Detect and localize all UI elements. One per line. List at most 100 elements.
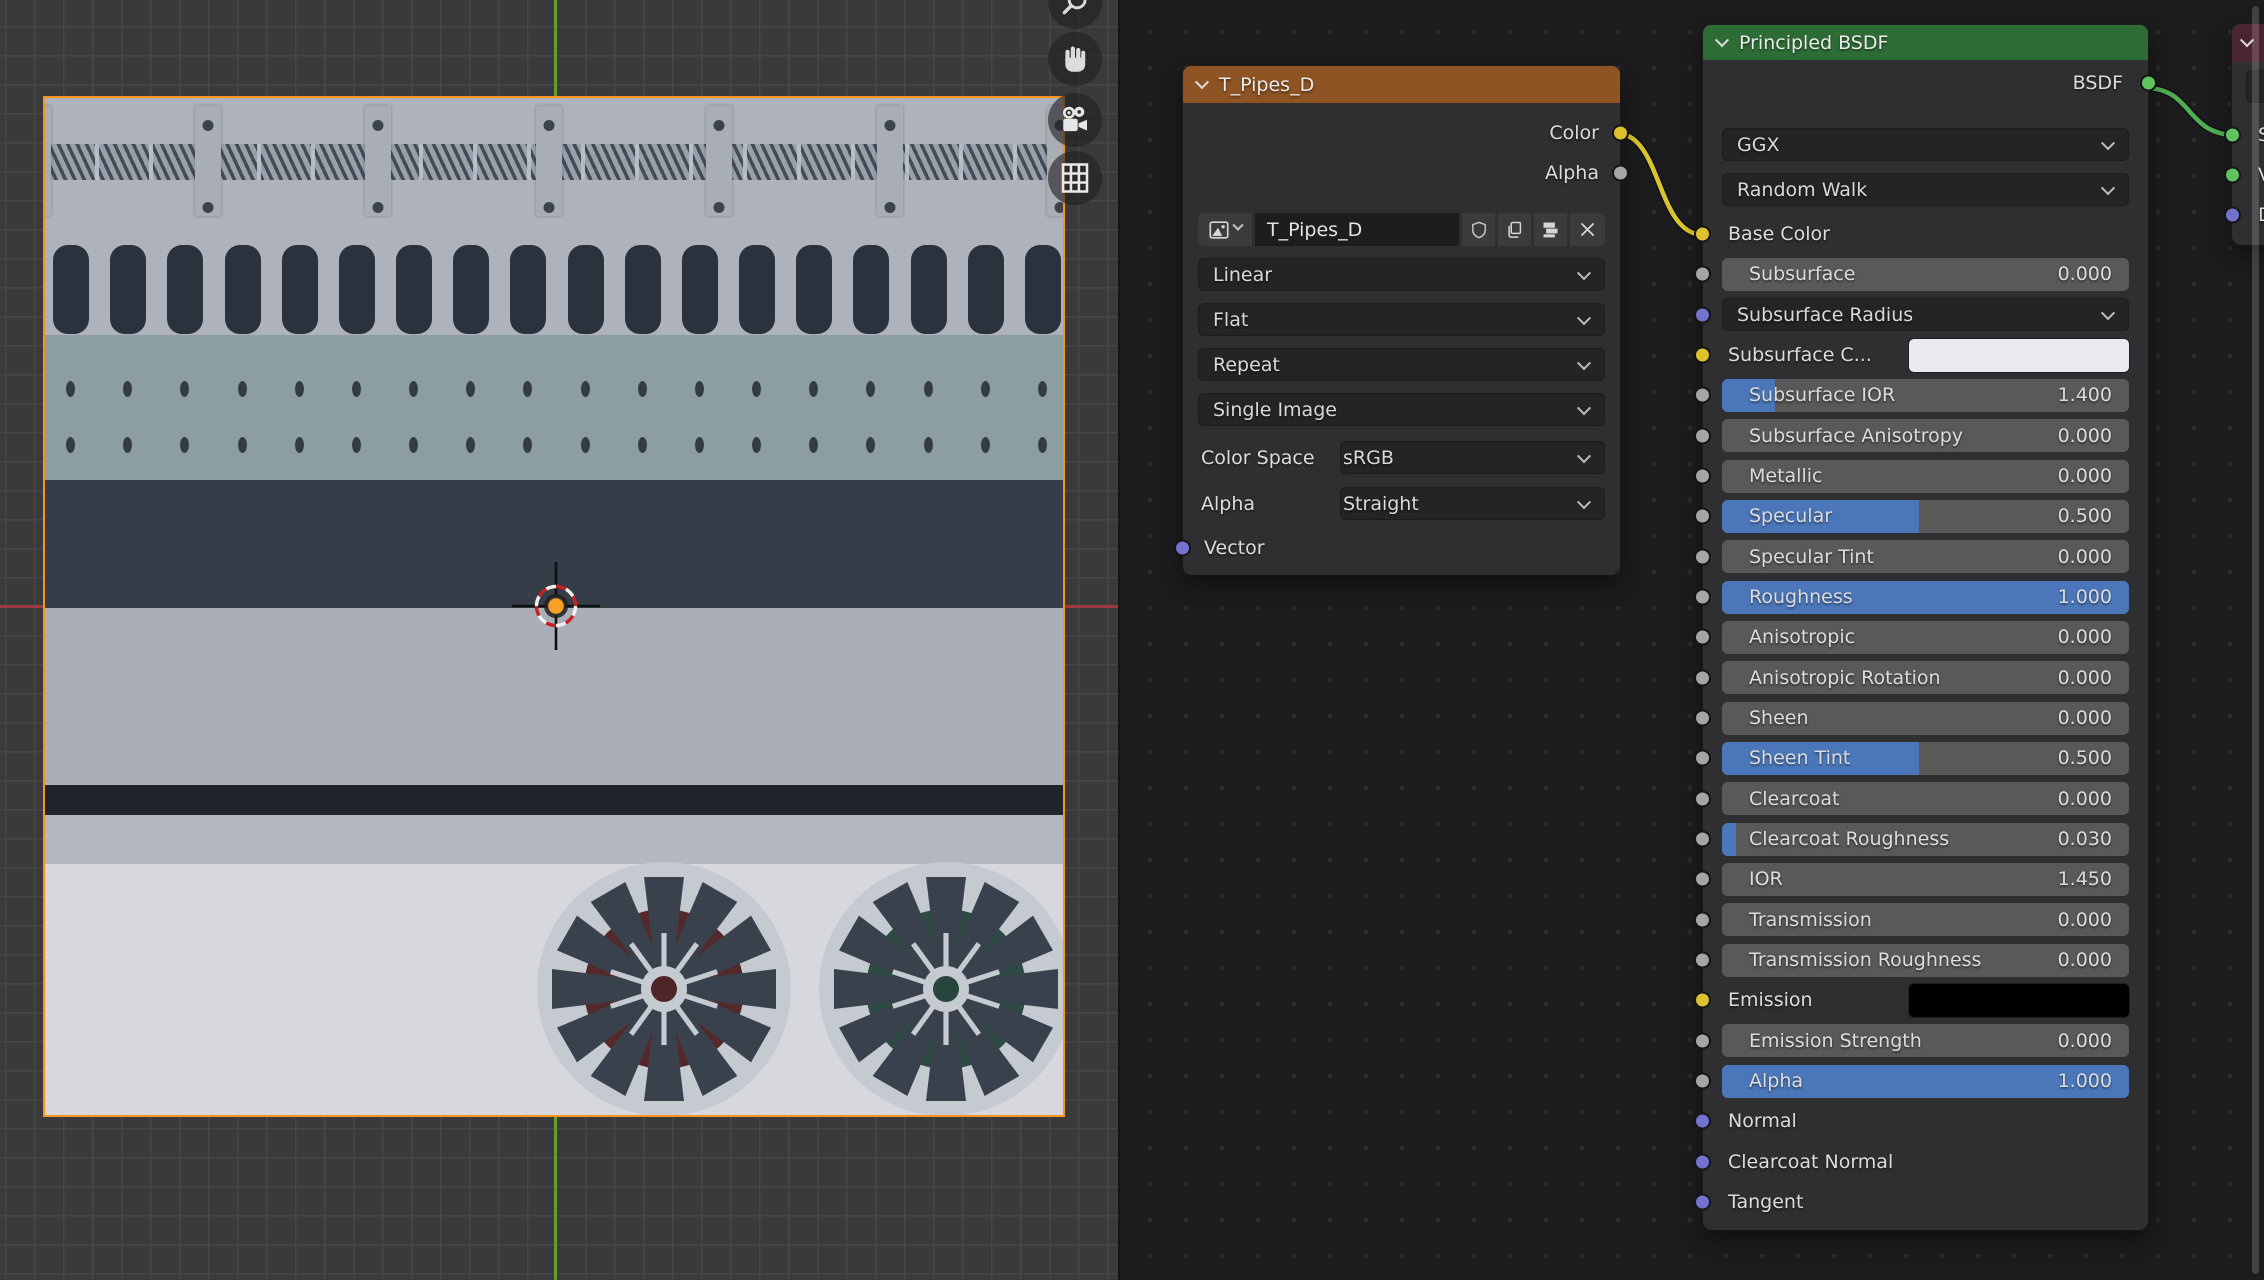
subsurface-c--input-socket[interactable] <box>1694 347 1711 364</box>
image-name-field[interactable]: T_Pipes_D <box>1255 213 1459 246</box>
extension-dropdown[interactable]: Repeat <box>1198 348 1605 381</box>
base-color-input-socket[interactable] <box>1694 226 1711 243</box>
texture-band-light <box>45 608 1063 785</box>
fake-user-button[interactable] <box>1462 213 1495 246</box>
shield-icon <box>1469 220 1489 240</box>
chevron-down-icon <box>1577 401 1591 415</box>
param-slider[interactable]: Sheen0.000 <box>1722 702 2129 735</box>
texture-bracket <box>536 106 562 216</box>
output-input-socket[interactable] <box>2224 127 2241 144</box>
collapse-chevron-icon[interactable] <box>1195 75 1209 89</box>
texture-rivet <box>238 437 247 453</box>
unlink-image-button[interactable] <box>1570 213 1605 246</box>
bsdf-param-subsurface-c: Subsurface C... <box>1722 335 2129 375</box>
roughness-input-socket[interactable] <box>1694 589 1711 606</box>
viewport-pan-button[interactable] <box>1048 32 1102 86</box>
specular-input-socket[interactable] <box>1694 508 1711 525</box>
param-slider[interactable]: Transmission0.000 <box>1722 903 2129 936</box>
image-browse-button[interactable] <box>1198 213 1252 246</box>
specular-tint-input-socket[interactable] <box>1694 548 1711 565</box>
distribution-dropdown[interactable]: GGX <box>1722 128 2129 161</box>
texture-fan <box>534 859 794 1117</box>
param-slider[interactable]: Alpha1.000 <box>1722 1065 2129 1098</box>
anisotropic-rotation-input-socket[interactable] <box>1694 669 1711 686</box>
subsurface-method-dropdown[interactable]: Random Walk <box>1722 173 2129 206</box>
normal-input-socket[interactable] <box>1694 1113 1711 1130</box>
interpolation-dropdown[interactable]: Linear <box>1198 258 1605 291</box>
param-slider[interactable]: Anisotropic Rotation0.000 <box>1722 661 2129 694</box>
axis-x-red <box>1065 605 1120 608</box>
ior-input-socket[interactable] <box>1694 871 1711 888</box>
sheen-input-socket[interactable] <box>1694 710 1711 727</box>
image-node-header[interactable]: T_Pipes_D <box>1183 66 1620 103</box>
clearcoat-input-socket[interactable] <box>1694 790 1711 807</box>
emission-strength-input-socket[interactable] <box>1694 1032 1711 1049</box>
bsdf-output-socket[interactable] <box>2140 75 2157 92</box>
param-slider[interactable]: Subsurface0.000 <box>1722 258 2129 291</box>
alpha-input-socket[interactable] <box>1694 1073 1711 1090</box>
subsurface-radius-input-socket[interactable] <box>1694 306 1711 323</box>
bsdf-node-header[interactable]: Principled BSDF <box>1703 25 2148 60</box>
editor-scrollbar[interactable] <box>2252 6 2259 1274</box>
vector-input-socket[interactable] <box>1174 540 1191 557</box>
texture-vent-slot <box>225 245 261 334</box>
color-space-dropdown[interactable]: sRGB <box>1340 441 1605 474</box>
collapse-chevron-icon[interactable] <box>1715 33 1729 47</box>
param-slider[interactable]: Transmission Roughness0.000 <box>1722 944 2129 977</box>
tangent-input-socket[interactable] <box>1694 1194 1711 1211</box>
param-slider[interactable]: Clearcoat0.000 <box>1722 782 2129 815</box>
texture-rivet <box>466 381 475 397</box>
viewport-grid-button[interactable] <box>1048 151 1102 205</box>
projection-dropdown[interactable]: Flat <box>1198 303 1605 336</box>
param-slider[interactable]: Subsurface Anisotropy0.000 <box>1722 419 2129 452</box>
output-input-socket[interactable] <box>2224 207 2241 224</box>
texture-rivet <box>752 381 761 397</box>
clearcoat-roughness-input-socket[interactable] <box>1694 831 1711 848</box>
subsurface-anisotropy-input-socket[interactable] <box>1694 427 1711 444</box>
image-texture-node[interactable]: T_Pipes_D Color Alpha T_Pipes_D <box>1183 66 1620 575</box>
textured-plane-object[interactable] <box>43 96 1065 1117</box>
param-slider[interactable]: Specular0.500 <box>1722 500 2129 533</box>
color-swatch[interactable] <box>1909 339 2129 372</box>
param-slider[interactable]: Subsurface IOR1.400 <box>1722 379 2129 412</box>
viewport-3d[interactable] <box>0 0 1120 1280</box>
alpha-mode-dropdown[interactable]: Straight <box>1340 487 1605 520</box>
metallic-input-socket[interactable] <box>1694 468 1711 485</box>
material-output-node[interactable]: SVD <box>2232 24 2264 245</box>
transmission-roughness-input-socket[interactable] <box>1694 952 1711 969</box>
texture-rivet <box>352 437 361 453</box>
alpha-output-socket[interactable] <box>1612 165 1629 182</box>
param-slider[interactable]: Metallic0.000 <box>1722 460 2129 493</box>
emission-input-socket[interactable] <box>1694 992 1711 1009</box>
texture-band-top <box>45 98 1063 244</box>
texture-vent-slot <box>625 245 661 334</box>
output-node-header[interactable] <box>2232 24 2264 62</box>
color-output-socket[interactable] <box>1612 125 1629 142</box>
chevron-down-icon <box>2101 136 2115 150</box>
subsurface-input-socket[interactable] <box>1694 266 1711 283</box>
param-slider[interactable]: Emission Strength0.000 <box>1722 1024 2129 1057</box>
new-image-button[interactable] <box>1498 213 1531 246</box>
param-dropdown[interactable]: Subsurface Radius <box>1722 298 2129 331</box>
param-slider[interactable]: Anisotropic0.000 <box>1722 621 2129 654</box>
sheen-tint-input-socket[interactable] <box>1694 750 1711 767</box>
texture-rivet <box>752 437 761 453</box>
color-swatch[interactable] <box>1909 984 2129 1017</box>
texture-rivet <box>295 437 304 453</box>
camera-icon <box>1057 102 1093 138</box>
param-slider[interactable]: Roughness1.000 <box>1722 581 2129 614</box>
texture-bracket <box>195 106 221 216</box>
transmission-input-socket[interactable] <box>1694 911 1711 928</box>
source-dropdown[interactable]: Single Image <box>1198 393 1605 426</box>
clearcoat-normal-input-socket[interactable] <box>1694 1153 1711 1170</box>
viewport-camera-button[interactable] <box>1048 93 1102 147</box>
param-slider[interactable]: Sheen Tint0.500 <box>1722 742 2129 775</box>
anisotropic-input-socket[interactable] <box>1694 629 1711 646</box>
param-slider[interactable]: Specular Tint0.000 <box>1722 540 2129 573</box>
output-input-socket[interactable] <box>2224 167 2241 184</box>
subsurface-ior-input-socket[interactable] <box>1694 387 1711 404</box>
param-slider[interactable]: IOR1.450 <box>1722 863 2129 896</box>
param-slider[interactable]: Clearcoat Roughness0.030 <box>1722 823 2129 856</box>
unpack-image-button[interactable] <box>1534 213 1567 246</box>
principled-bsdf-node[interactable]: Principled BSDF BSDF GGX Random Walk Bas… <box>1703 25 2148 1230</box>
